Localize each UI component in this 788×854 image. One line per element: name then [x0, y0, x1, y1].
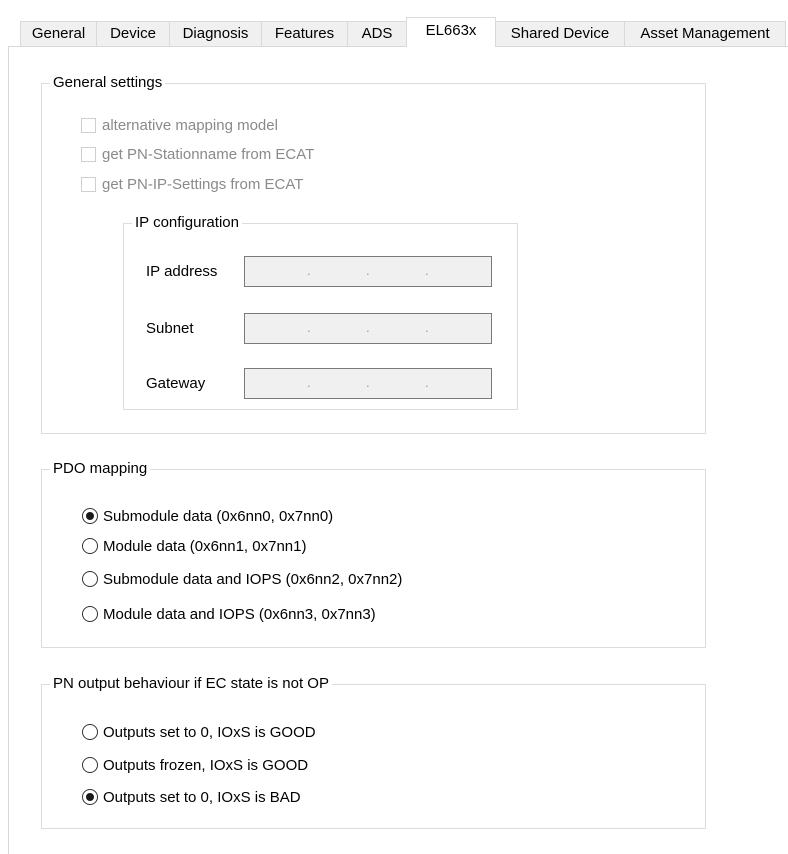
radio-label: Outputs frozen, IOxS is GOOD — [103, 756, 309, 774]
tab-el663x[interactable]: EL663x — [406, 17, 496, 47]
tab-page-left-border — [8, 47, 9, 854]
ip-configuration-title: IP configuration — [132, 214, 242, 232]
radio-button — [82, 508, 98, 524]
tab-features[interactable]: Features — [261, 21, 348, 46]
ip-separator: . — [366, 263, 370, 278]
get-pn-ip-settings-checkbox[interactable]: get PN-IP-Settings from ECAT — [81, 174, 303, 194]
ip-separator: . — [425, 263, 429, 278]
tab-asset-management[interactable]: Asset Management — [624, 21, 786, 46]
gateway-label: Gateway — [146, 375, 206, 392]
radio-label: Outputs set to 0, IOxS is GOOD — [103, 723, 316, 741]
radio-label: Module data (0x6nn1, 0x7nn1) — [103, 537, 307, 555]
radio-button — [82, 538, 98, 554]
subnet-input[interactable]: . . . — [244, 313, 492, 344]
checkbox-box — [81, 176, 96, 192]
pn-output-behaviour-group: PN output behaviour if EC state is not O… — [41, 675, 706, 829]
pn-output-option-set-0-bad[interactable]: Outputs set to 0, IOxS is BAD — [82, 786, 301, 808]
radio-button — [82, 724, 98, 740]
ip-address-input[interactable]: . . . — [244, 256, 492, 287]
ip-separator: . — [307, 320, 311, 335]
ip-separator: . — [307, 263, 311, 278]
tab-page-top-border — [8, 46, 788, 47]
subnet-label: Subnet — [146, 320, 194, 337]
radio-label: Module data and IOPS (0x6nn3, 0x7nn3) — [103, 605, 376, 623]
pdo-option-module-data[interactable]: Module data (0x6nn1, 0x7nn1) — [82, 535, 306, 557]
radio-label: Outputs set to 0, IOxS is BAD — [103, 788, 301, 806]
radio-button — [82, 757, 98, 773]
ip-separator: . — [307, 375, 311, 390]
tab-diagnosis[interactable]: Diagnosis — [169, 21, 262, 46]
checkbox-box — [81, 117, 96, 133]
gateway-input[interactable]: . . . — [244, 368, 492, 399]
tab-ads[interactable]: ADS — [347, 21, 407, 46]
ip-separator: . — [366, 375, 370, 390]
ip-configuration-group: IP configuration IP address . . . Subnet… — [123, 214, 518, 410]
ip-separator: . — [425, 320, 429, 335]
radio-button — [82, 606, 98, 622]
pdo-mapping-title: PDO mapping — [50, 460, 151, 478]
pdo-option-module-data-iops[interactable]: Module data and IOPS (0x6nn3, 0x7nn3) — [82, 603, 376, 625]
tab-general[interactable]: General — [20, 21, 97, 46]
checkbox-label: get PN-IP-Settings from ECAT — [102, 175, 304, 193]
radio-label: Submodule data and IOPS (0x6nn2, 0x7nn2) — [103, 570, 403, 588]
pdo-mapping-group: PDO mapping Submodule data (0x6nn0, 0x7n… — [41, 460, 706, 648]
ip-address-label: IP address — [146, 263, 218, 280]
pdo-option-submodule-data-iops[interactable]: Submodule data and IOPS (0x6nn2, 0x7nn2) — [82, 568, 402, 590]
general-settings-title: General settings — [50, 74, 166, 92]
pn-output-option-frozen-good[interactable]: Outputs frozen, IOxS is GOOD — [82, 754, 308, 776]
radio-label: Submodule data (0x6nn0, 0x7nn0) — [103, 507, 334, 525]
checkbox-box — [81, 146, 96, 162]
tab-device[interactable]: Device — [96, 21, 170, 46]
checkbox-label: alternative mapping model — [102, 116, 278, 134]
radio-button — [82, 571, 98, 587]
alternative-mapping-checkbox[interactable]: alternative mapping model — [81, 115, 278, 135]
el663x-settings-window: General Device Diagnosis Features ADS EL… — [0, 0, 788, 854]
tab-shared-device[interactable]: Shared Device — [495, 21, 625, 46]
radio-button — [82, 789, 98, 805]
general-settings-group: General settings alternative mapping mod… — [41, 74, 706, 434]
pdo-option-submodule-data[interactable]: Submodule data (0x6nn0, 0x7nn0) — [82, 505, 333, 527]
pn-output-behaviour-title: PN output behaviour if EC state is not O… — [50, 675, 332, 693]
get-pn-stationname-checkbox[interactable]: get PN-Stationname from ECAT — [81, 144, 314, 164]
checkbox-label: get PN-Stationname from ECAT — [102, 145, 315, 163]
ip-separator: . — [366, 320, 370, 335]
ip-separator: . — [425, 375, 429, 390]
pn-output-option-set-0-good[interactable]: Outputs set to 0, IOxS is GOOD — [82, 721, 316, 743]
